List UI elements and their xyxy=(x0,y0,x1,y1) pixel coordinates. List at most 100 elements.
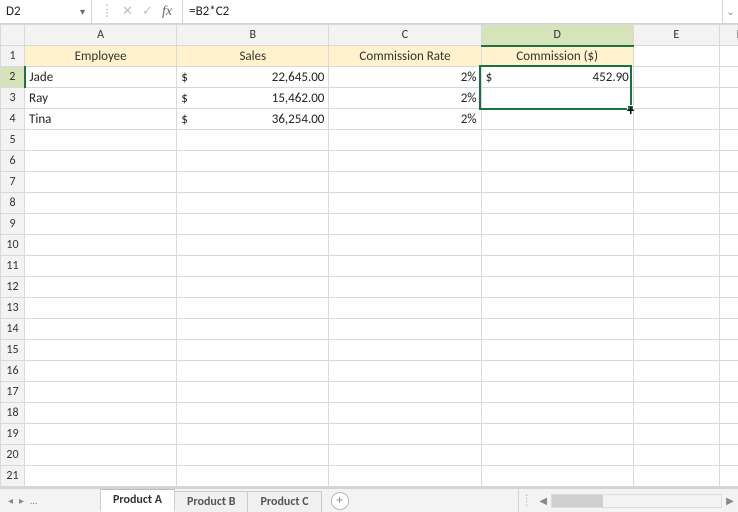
cell[interactable] xyxy=(633,319,719,340)
row-header[interactable]: 13 xyxy=(1,298,25,319)
cell[interactable] xyxy=(329,256,481,277)
cell[interactable] xyxy=(633,403,719,424)
name-box[interactable]: ▾ xyxy=(0,0,92,23)
cell[interactable] xyxy=(177,130,329,151)
cell[interactable] xyxy=(177,277,329,298)
cell[interactable] xyxy=(329,130,481,151)
row-header[interactable]: 5 xyxy=(1,130,25,151)
row-header[interactable]: 11 xyxy=(1,256,25,277)
formula-input[interactable] xyxy=(183,0,722,23)
cell[interactable] xyxy=(481,361,633,382)
row-header[interactable]: 21 xyxy=(1,466,25,487)
cell[interactable] xyxy=(177,403,329,424)
cell[interactable] xyxy=(633,172,719,193)
cell[interactable] xyxy=(481,235,633,256)
cell[interactable] xyxy=(719,256,738,277)
cell[interactable] xyxy=(25,298,177,319)
cell[interactable] xyxy=(329,151,481,172)
cell[interactable] xyxy=(177,340,329,361)
cell-reference-input[interactable] xyxy=(6,4,66,19)
cell[interactable]: 2% xyxy=(329,88,481,109)
cell[interactable] xyxy=(719,277,738,298)
cell[interactable] xyxy=(719,235,738,256)
cell[interactable] xyxy=(633,67,719,88)
cell[interactable] xyxy=(25,193,177,214)
row-header[interactable]: 14 xyxy=(1,319,25,340)
row-header[interactable]: 6 xyxy=(1,151,25,172)
cell[interactable] xyxy=(25,277,177,298)
cell[interactable] xyxy=(719,130,738,151)
cell[interactable] xyxy=(719,298,738,319)
cell[interactable] xyxy=(719,214,738,235)
tab-nav-next-icon[interactable]: ▸ xyxy=(19,494,24,507)
cell[interactable]: Ray xyxy=(25,88,177,109)
cell[interactable] xyxy=(481,256,633,277)
cell[interactable] xyxy=(177,172,329,193)
row-header[interactable]: 20 xyxy=(1,445,25,466)
cell[interactable] xyxy=(25,256,177,277)
cell[interactable] xyxy=(481,193,633,214)
cell[interactable] xyxy=(481,151,633,172)
cell[interactable] xyxy=(329,361,481,382)
row-header[interactable]: 18 xyxy=(1,403,25,424)
scroll-right-icon[interactable]: ▶ xyxy=(722,494,738,507)
cell[interactable] xyxy=(25,151,177,172)
cell[interactable] xyxy=(25,466,177,487)
column-header-B[interactable]: B xyxy=(177,25,329,46)
tab-nav-more-icon[interactable]: … xyxy=(30,494,37,507)
sheet-tab[interactable]: Product A xyxy=(100,489,175,512)
cell[interactable] xyxy=(719,319,738,340)
row-header[interactable]: 2 xyxy=(1,67,25,88)
cell[interactable]: Sales xyxy=(177,46,329,67)
cell[interactable] xyxy=(481,172,633,193)
cell[interactable] xyxy=(633,382,719,403)
cell[interactable] xyxy=(719,67,738,88)
row-header[interactable]: 7 xyxy=(1,172,25,193)
scroll-left-icon[interactable]: ◀ xyxy=(535,494,551,507)
cell[interactable] xyxy=(25,403,177,424)
cell[interactable] xyxy=(719,361,738,382)
row-header[interactable]: 4 xyxy=(1,109,25,130)
cell[interactable]: $22,645.00 xyxy=(177,67,329,88)
row-header[interactable]: 19 xyxy=(1,424,25,445)
cell[interactable] xyxy=(329,466,481,487)
cell[interactable] xyxy=(633,151,719,172)
cell[interactable] xyxy=(633,235,719,256)
cell[interactable]: Tina xyxy=(25,109,177,130)
cell[interactable] xyxy=(177,445,329,466)
cancel-icon[interactable]: ✕ xyxy=(122,4,132,19)
cell[interactable] xyxy=(633,109,719,130)
cell[interactable] xyxy=(329,214,481,235)
cell[interactable] xyxy=(633,193,719,214)
cell[interactable] xyxy=(481,340,633,361)
cell[interactable] xyxy=(329,424,481,445)
cell[interactable] xyxy=(633,466,719,487)
cell[interactable] xyxy=(633,445,719,466)
cell[interactable] xyxy=(177,361,329,382)
cell[interactable] xyxy=(177,193,329,214)
cell[interactable] xyxy=(329,277,481,298)
cell[interactable] xyxy=(177,382,329,403)
row-header[interactable]: 10 xyxy=(1,235,25,256)
expand-formula-bar-icon[interactable]: ⌄ xyxy=(722,0,738,23)
cell[interactable] xyxy=(633,361,719,382)
cell[interactable] xyxy=(719,193,738,214)
cell[interactable] xyxy=(177,466,329,487)
row-header[interactable]: 1 xyxy=(1,46,25,67)
cell[interactable] xyxy=(719,445,738,466)
cell[interactable] xyxy=(481,319,633,340)
horizontal-scrollbar[interactable]: ⁞ ◀ ▶ xyxy=(518,489,738,512)
cell[interactable] xyxy=(25,214,177,235)
cell[interactable] xyxy=(719,46,738,67)
cell[interactable] xyxy=(719,109,738,130)
column-header-F[interactable]: F xyxy=(719,25,738,46)
cell[interactable]: Commission ($) xyxy=(481,46,633,67)
cell[interactable] xyxy=(719,151,738,172)
cell[interactable] xyxy=(329,403,481,424)
cell[interactable]: $36,254.00 xyxy=(177,109,329,130)
cell[interactable] xyxy=(719,382,738,403)
select-all-corner[interactable] xyxy=(1,25,25,46)
cell[interactable] xyxy=(633,214,719,235)
cell[interactable] xyxy=(177,256,329,277)
cell[interactable]: $15,462.00 xyxy=(177,88,329,109)
